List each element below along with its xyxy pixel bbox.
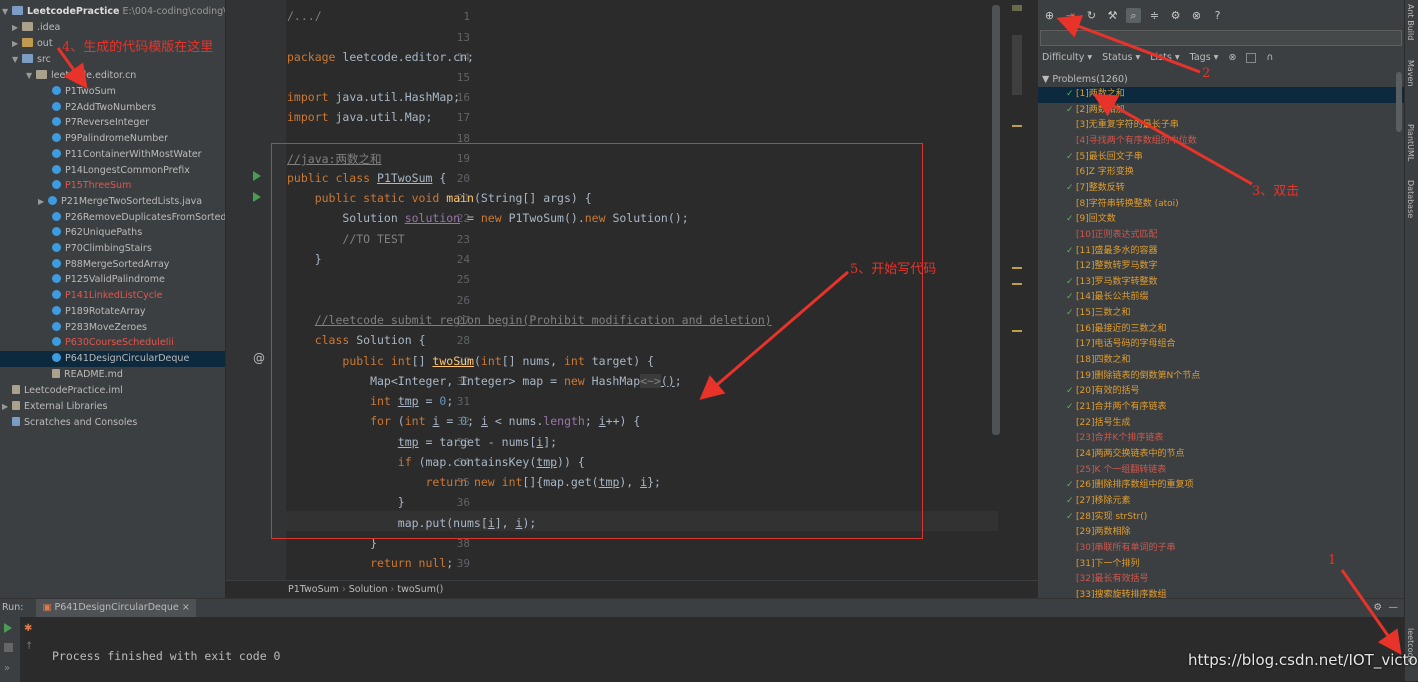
watermark: https://blog.csdn.net/IOT_victor <box>1188 651 1418 669</box>
arrow-step-2 <box>1056 15 1201 74</box>
annotation-arrows <box>56 15 1402 655</box>
arrow-step-4 <box>56 47 88 89</box>
arrow-step-3 <box>1092 94 1253 186</box>
arrow-step-1 <box>1340 569 1402 655</box>
arrow-step-5 <box>699 270 849 400</box>
